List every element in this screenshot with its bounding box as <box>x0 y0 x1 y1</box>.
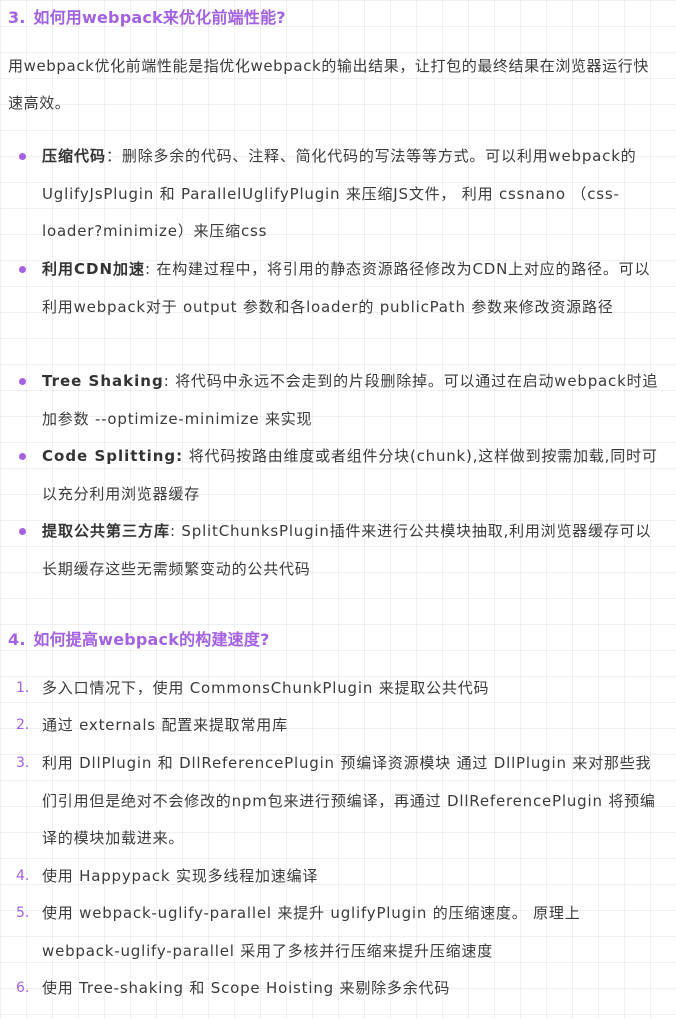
list-item-text: 利用CDN加速: 在构建过程中，将引用的静态资源路径修改为CDN上对应的路径。可… <box>42 251 662 326</box>
list-item-text: 提取公共第三方库: SplitChunksPlugin插件来进行公共模块抽取,利… <box>42 513 662 588</box>
bullet-dot-icon <box>19 453 26 460</box>
list-item-text: Code Splitting: 将代码按路由维度或者组件分块(chunk),这样… <box>42 438 662 513</box>
list-item-description: ：删除多余的代码、注释、简化代码的写法等等方式。可以利用webpack的 Ugl… <box>42 147 637 240</box>
section-4-title: 如何提高webpack的构建速度? <box>33 630 270 649</box>
list-item-number: 4. <box>16 868 30 884</box>
list-item-text: 通过 externals 配置来提取常用库 <box>42 716 288 734</box>
list-item-term: Code Splitting: <box>42 447 184 465</box>
list-item-term: 利用CDN加速 <box>42 260 146 278</box>
list-item-number: 2. <box>16 717 30 733</box>
section-3-number: 3. <box>8 8 26 27</box>
list-item-text: 多入口情况下，使用 CommonsChunkPlugin 来提取公共代码 <box>42 679 490 697</box>
section-4-number: 4. <box>8 630 26 649</box>
list-item-term: 提取公共第三方库 <box>42 522 171 540</box>
section-3-heading: 3. 如何用webpack来优化前端性能? <box>8 4 286 28</box>
list-item-text: Tree Shaking: 将代码中永远不会走到的片段删除掉。可以通过在启动we… <box>42 363 662 438</box>
bullet-dot-icon <box>19 528 26 535</box>
list-item-number: 6. <box>16 980 30 996</box>
list-item-text: 使用 Happypack 实现多线程加速编译 <box>42 867 319 885</box>
bullet-dot-icon <box>19 153 26 160</box>
bullet-dot-icon <box>19 378 26 385</box>
section-4-heading: 4. 如何提高webpack的构建速度? <box>8 626 270 650</box>
list-item-number: 5. <box>16 905 30 921</box>
section-3-intro: 用webpack优化前端性能是指优化webpack的输出结果，让打包的最终结果在… <box>8 57 649 112</box>
list-item-text: 利用 DllPlugin 和 DllReferencePlugin 预编译资源模… <box>42 754 656 847</box>
bullet-dot-icon <box>19 266 26 273</box>
list-item-number: 3. <box>16 755 30 771</box>
list-item-text: 使用 webpack-uglify-parallel 来提升 uglifyPlu… <box>42 904 581 960</box>
section-3-title: 如何用webpack来优化前端性能? <box>33 8 286 27</box>
list-item-number: 1. <box>16 680 30 696</box>
list-item-term: 压缩代码 <box>42 147 107 165</box>
list-item-term: Tree Shaking <box>42 372 164 390</box>
list-item-text: 压缩代码：删除多余的代码、注释、简化代码的写法等等方式。可以利用webpack的… <box>42 138 662 251</box>
list-item-text: 使用 Tree-shaking 和 Scope Hoisting 来剔除多余代码 <box>42 979 451 997</box>
